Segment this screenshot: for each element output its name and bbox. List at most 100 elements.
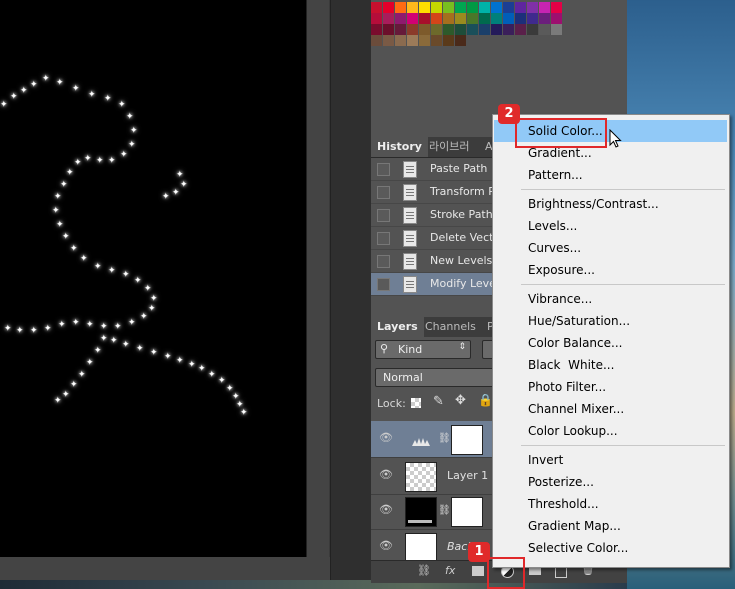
color-swatch[interactable] <box>371 2 382 13</box>
menu-item-hue-saturation[interactable]: Hue/Saturation... <box>494 310 727 332</box>
menu-item-channel-mixer[interactable]: Channel Mixer... <box>494 398 727 420</box>
color-swatch[interactable] <box>431 13 442 24</box>
mask-icon[interactable] <box>472 566 484 576</box>
color-swatch[interactable] <box>527 2 538 13</box>
color-swatch[interactable] <box>479 13 490 24</box>
color-swatch[interactable] <box>431 2 442 13</box>
eye-icon[interactable]: 👁 <box>379 504 393 515</box>
layer-mask-thumbnail[interactable] <box>451 497 483 527</box>
color-swatch[interactable] <box>383 35 394 46</box>
color-swatch[interactable] <box>551 13 562 24</box>
color-swatch[interactable] <box>383 13 394 24</box>
color-swatch[interactable] <box>431 35 442 46</box>
history-checkbox[interactable] <box>377 186 390 199</box>
color-swatch[interactable] <box>371 24 382 35</box>
swatches-panel[interactable] <box>371 0 627 46</box>
menu-item-selective-color[interactable]: Selective Color... <box>494 537 727 559</box>
menu-item-pattern[interactable]: Pattern... <box>494 164 727 186</box>
color-swatch[interactable] <box>371 35 382 46</box>
color-swatch[interactable] <box>443 2 454 13</box>
color-swatch[interactable] <box>539 13 550 24</box>
chain-link-icon[interactable]: ⛓ <box>438 433 451 444</box>
color-swatch[interactable] <box>371 13 382 24</box>
color-swatch[interactable] <box>551 24 562 35</box>
lock-transparent-icon[interactable] <box>411 398 421 408</box>
color-swatch[interactable] <box>395 2 406 13</box>
color-swatch[interactable] <box>479 24 490 35</box>
color-swatch[interactable] <box>467 24 478 35</box>
color-swatch[interactable] <box>539 2 550 13</box>
color-swatch[interactable] <box>503 2 514 13</box>
color-swatch[interactable] <box>503 13 514 24</box>
color-swatch[interactable] <box>455 13 466 24</box>
color-swatch[interactable] <box>491 24 502 35</box>
color-swatch[interactable] <box>419 35 430 46</box>
menu-item-brightness-contrast[interactable]: Brightness/Contrast... <box>494 193 727 215</box>
color-swatch[interactable] <box>527 13 538 24</box>
menu-item-vibrance[interactable]: Vibrance... <box>494 288 727 310</box>
color-swatch[interactable] <box>479 2 490 13</box>
eye-icon[interactable]: 👁 <box>379 540 393 551</box>
color-swatch[interactable] <box>515 2 526 13</box>
history-checkbox[interactable] <box>377 209 390 222</box>
tab-libraries[interactable]: 라이브러 <box>423 137 475 157</box>
menu-item-black-white[interactable]: Black White... <box>494 354 727 376</box>
history-checkbox[interactable] <box>377 255 390 268</box>
menu-item-levels[interactable]: Levels... <box>494 215 727 237</box>
chain-link-icon[interactable]: ⛓ <box>438 505 451 516</box>
color-swatch[interactable] <box>455 35 466 46</box>
color-swatch[interactable] <box>539 24 550 35</box>
eye-icon[interactable]: 👁 <box>379 469 393 480</box>
color-swatch[interactable] <box>395 35 406 46</box>
color-swatch[interactable] <box>443 24 454 35</box>
color-swatch[interactable] <box>407 2 418 13</box>
link-icon[interactable]: ⛓ <box>417 564 431 577</box>
color-swatch[interactable] <box>467 2 478 13</box>
menu-item-gradient-map[interactable]: Gradient Map... <box>494 515 727 537</box>
color-swatch[interactable] <box>491 2 502 13</box>
menu-item-exposure[interactable]: Exposure... <box>494 259 727 281</box>
color-swatch[interactable] <box>455 2 466 13</box>
history-checkbox[interactable] <box>377 232 390 245</box>
menu-item-color-lookup[interactable]: Color Lookup... <box>494 420 727 442</box>
color-swatch[interactable] <box>551 2 562 13</box>
color-swatch[interactable] <box>419 24 430 35</box>
color-swatch[interactable] <box>467 13 478 24</box>
color-swatch[interactable] <box>407 35 418 46</box>
lock-icon[interactable]: 🔒 <box>478 393 493 407</box>
color-swatch[interactable] <box>419 13 430 24</box>
history-checkbox[interactable] <box>377 278 390 291</box>
tab-history[interactable]: History <box>371 137 428 157</box>
menu-item-posterize[interactable]: Posterize... <box>494 471 727 493</box>
color-swatch[interactable] <box>407 24 418 35</box>
color-swatch[interactable] <box>383 2 394 13</box>
menu-item-threshold[interactable]: Threshold... <box>494 493 727 515</box>
fx-button[interactable]: fx <box>445 564 455 577</box>
color-swatch[interactable] <box>443 13 454 24</box>
blend-mode-select[interactable]: Normal <box>375 368 494 387</box>
color-swatch[interactable] <box>503 24 514 35</box>
brush-icon[interactable]: ✎ <box>433 394 444 409</box>
menu-item-photo-filter[interactable]: Photo Filter... <box>494 376 727 398</box>
menu-item-curves[interactable]: Curves... <box>494 237 727 259</box>
color-swatch[interactable] <box>431 24 442 35</box>
color-swatch[interactable] <box>395 13 406 24</box>
color-swatch[interactable] <box>383 24 394 35</box>
color-swatch[interactable] <box>491 13 502 24</box>
tab-channels[interactable]: Channels <box>419 317 482 337</box>
menu-item-color-balance[interactable]: Color Balance... <box>494 332 727 354</box>
layer-mask-thumbnail[interactable] <box>451 425 483 455</box>
color-swatch[interactable] <box>515 13 526 24</box>
color-swatch[interactable] <box>443 35 454 46</box>
menu-item-invert[interactable]: Invert <box>494 449 727 471</box>
color-swatch[interactable] <box>395 24 406 35</box>
color-swatch[interactable] <box>407 13 418 24</box>
tab-layers[interactable]: Layers <box>371 317 424 337</box>
move-icon[interactable]: ✥ <box>455 393 466 408</box>
eye-icon[interactable]: 👁 <box>379 432 393 443</box>
layer-filter-select[interactable]: ⚲ Kind ⇕ <box>375 340 471 359</box>
color-swatch[interactable] <box>515 24 526 35</box>
color-swatch[interactable] <box>419 2 430 13</box>
color-swatch[interactable] <box>455 24 466 35</box>
history-checkbox[interactable] <box>377 163 390 176</box>
